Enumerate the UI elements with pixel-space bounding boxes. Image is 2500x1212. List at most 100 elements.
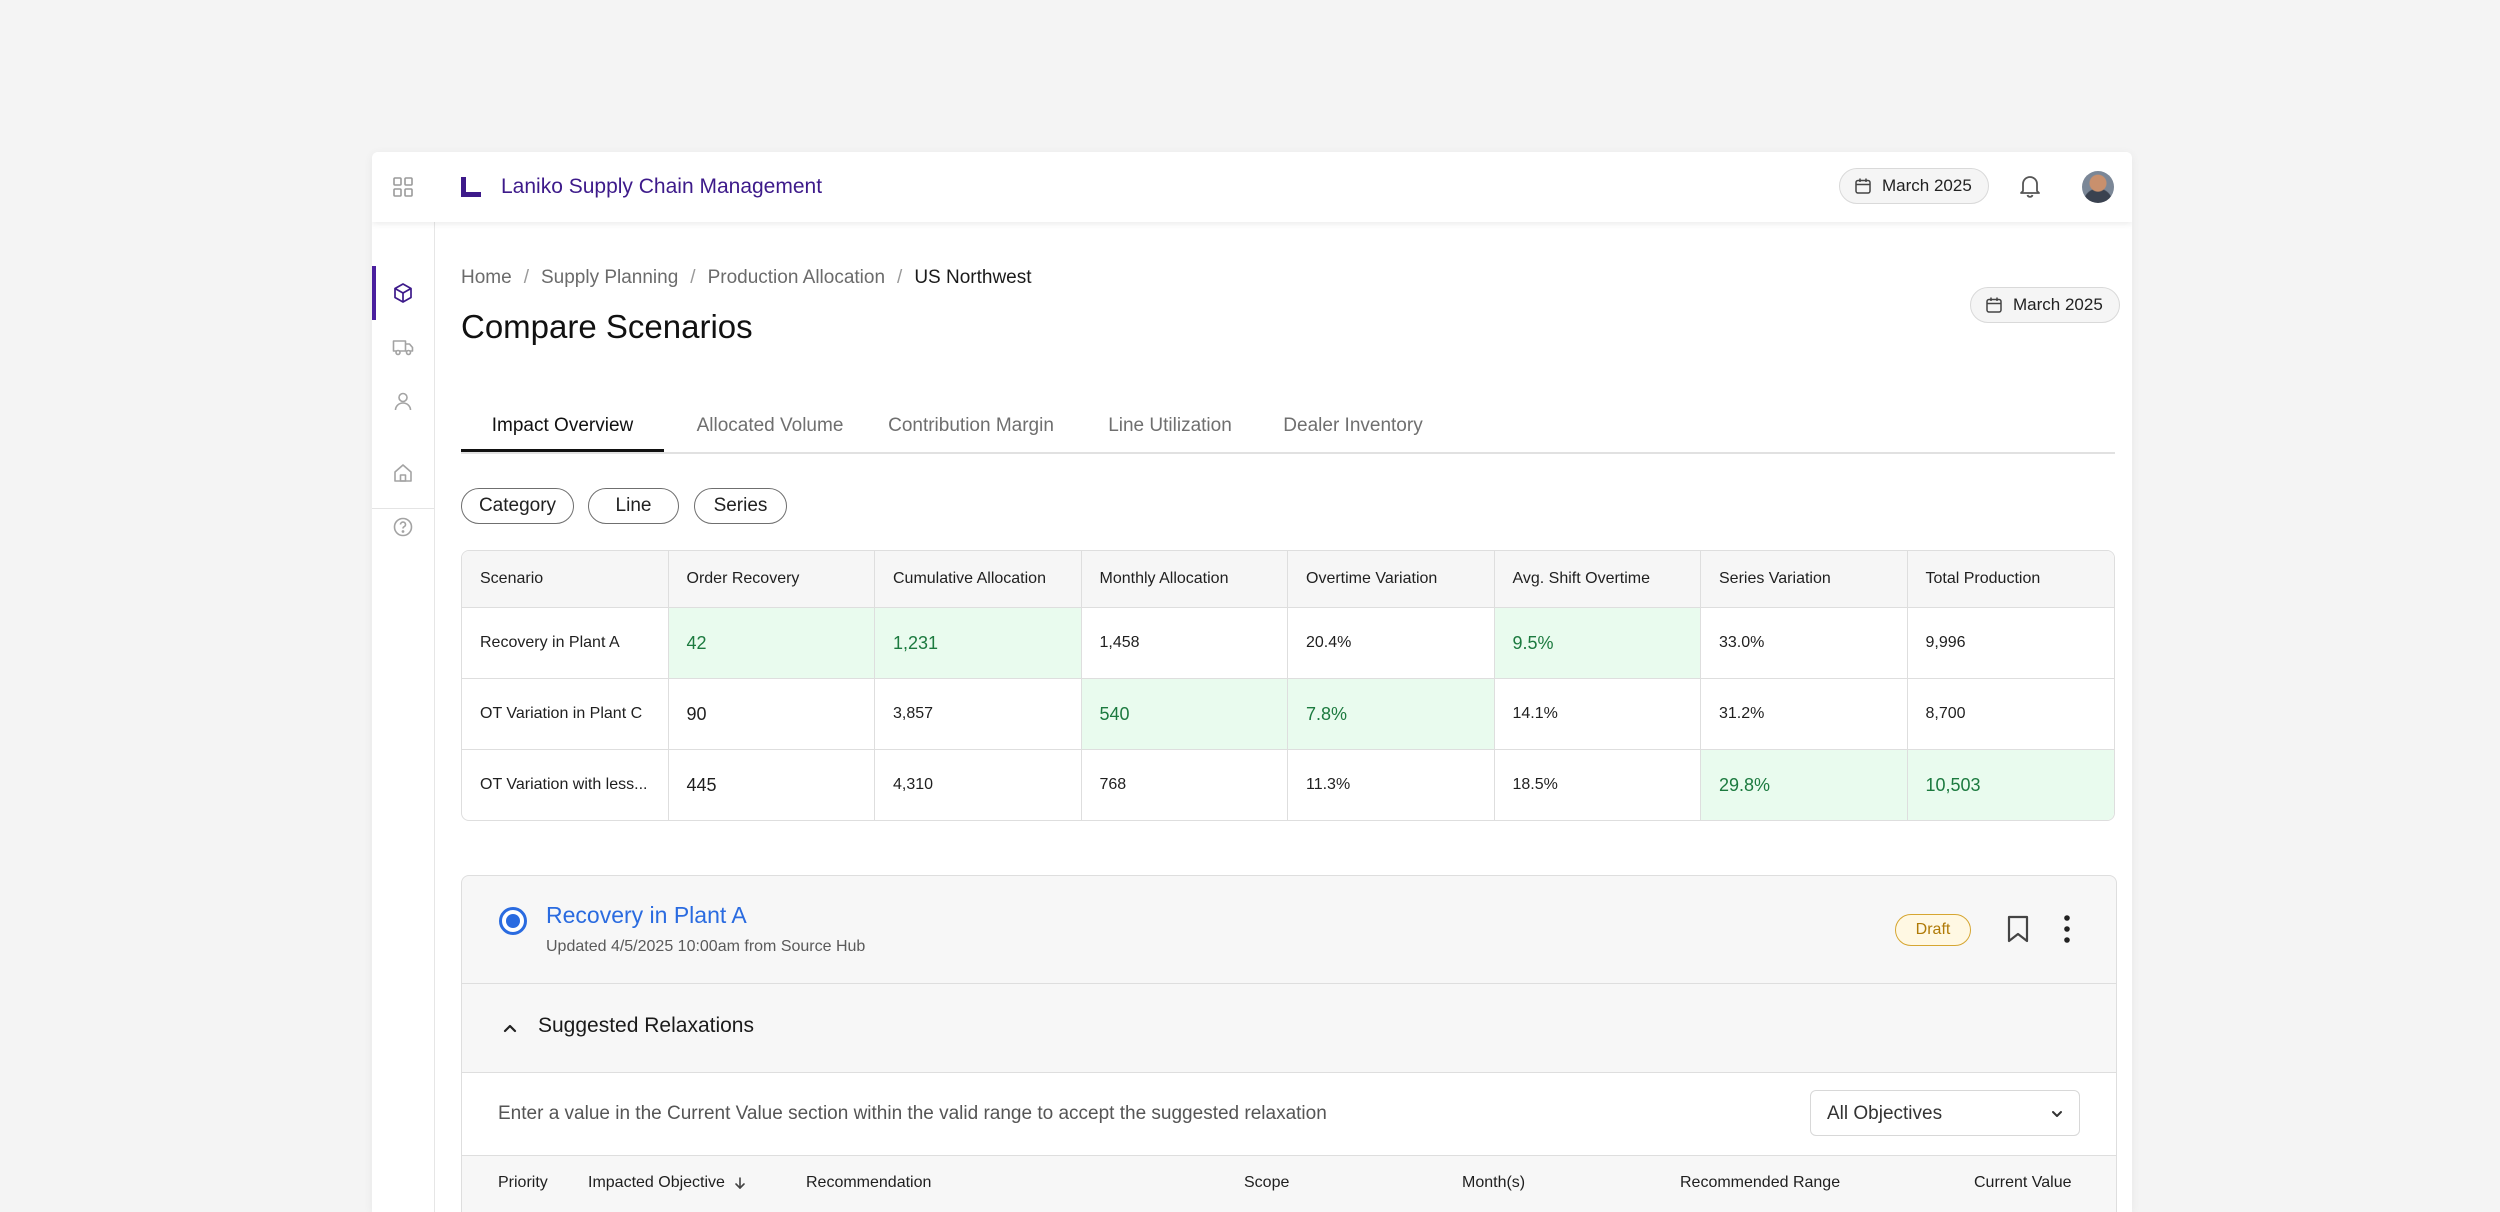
calendar-icon bbox=[1855, 178, 1871, 194]
grid-icon[interactable] bbox=[392, 176, 414, 198]
table-cell-best: 42 bbox=[668, 608, 875, 679]
table-cell: 31.2% bbox=[1701, 679, 1908, 750]
sidebar-item-help[interactable] bbox=[372, 500, 434, 554]
relaxations-toolbar: Enter a value in the Current Value secti… bbox=[462, 1073, 2116, 1156]
column-header[interactable]: Monthly Allocation bbox=[1081, 551, 1288, 608]
table-header-row: Scenario Order Recovery Cumulative Alloc… bbox=[462, 551, 2114, 608]
scenario-title[interactable]: Recovery in Plant A bbox=[546, 902, 747, 929]
kebab-icon[interactable] bbox=[2060, 914, 2074, 944]
relaxations-section-toggle[interactable]: Suggested Relaxations bbox=[462, 984, 2116, 1073]
comparison-table: Scenario Order Recovery Cumulative Alloc… bbox=[461, 550, 2115, 821]
column-header[interactable]: Cumulative Allocation bbox=[875, 551, 1082, 608]
breadcrumb: Home / Supply Planning / Production Alloca… bbox=[461, 267, 1032, 289]
breadcrumb-production-allocation[interactable]: Production Allocation bbox=[708, 267, 885, 289]
table-cell: 768 bbox=[1082, 750, 1288, 820]
column-label: Scope bbox=[1244, 1174, 1290, 1191]
column-header[interactable]: Series Variation bbox=[1701, 551, 1908, 608]
table-cell: 18.5% bbox=[1495, 750, 1701, 820]
tab-contribution-margin[interactable]: Contribution Margin bbox=[876, 404, 1066, 452]
column-header-scope[interactable]: Scope bbox=[1244, 1174, 1289, 1192]
sidebar bbox=[372, 222, 435, 1212]
column-label: Priority bbox=[498, 1174, 548, 1191]
breadcrumb-separator: / bbox=[523, 267, 529, 288]
bell-icon[interactable] bbox=[2016, 172, 2044, 200]
scenario-card-header: Recovery in Plant A Updated 4/5/2025 10:… bbox=[462, 876, 2116, 984]
truck-icon bbox=[392, 340, 414, 356]
table-cell: 9,996 bbox=[1907, 608, 2114, 679]
bookmark-icon[interactable] bbox=[2005, 914, 2031, 944]
column-header-current-value[interactable]: Current Value bbox=[1974, 1174, 2072, 1192]
column-header-recommended-range[interactable]: Recommended Range bbox=[1680, 1174, 1840, 1192]
tab-allocated-volume[interactable]: Allocated Volume bbox=[687, 404, 853, 452]
column-header[interactable]: Total Production bbox=[1907, 551, 2114, 608]
logo-icon bbox=[461, 177, 481, 197]
tab-impact-overview[interactable]: Impact Overview bbox=[461, 404, 664, 452]
filter-chip-category[interactable]: Category bbox=[461, 488, 574, 524]
relaxations-hint: Enter a value in the Current Value secti… bbox=[498, 1103, 1327, 1124]
user-icon bbox=[394, 392, 412, 411]
column-header[interactable]: Order Recovery bbox=[668, 551, 875, 608]
table-cell-best: 7.8% bbox=[1288, 679, 1495, 750]
column-label: Impacted Objective bbox=[588, 1174, 725, 1191]
table-cell: 3,857 bbox=[875, 679, 1082, 750]
breadcrumb-current: US Northwest bbox=[914, 267, 1032, 288]
app-title: Laniko Supply Chain Management bbox=[501, 175, 823, 198]
breadcrumb-separator: / bbox=[690, 267, 696, 288]
table-cell-best: 1,231 bbox=[875, 608, 1082, 679]
table-row[interactable]: OT Variation with less... 445 4,310 768 … bbox=[462, 750, 2114, 820]
sort-down-icon bbox=[735, 1177, 745, 1189]
chevron-up-icon bbox=[503, 1024, 517, 1033]
page-date-label: March 2025 bbox=[2013, 295, 2103, 314]
column-header[interactable]: Scenario bbox=[462, 551, 669, 608]
filter-chip-series[interactable]: Series bbox=[694, 488, 787, 524]
breadcrumb-home[interactable]: Home bbox=[461, 267, 512, 289]
column-label: Month(s) bbox=[1462, 1174, 1526, 1191]
table-cell: 90 bbox=[668, 679, 875, 750]
table-cell: 14.1% bbox=[1494, 679, 1701, 750]
global-date-picker[interactable]: March 2025 bbox=[1839, 168, 1989, 204]
filter-chip-line[interactable]: Line bbox=[588, 488, 679, 524]
column-header-months[interactable]: Month(s) bbox=[1462, 1174, 1525, 1192]
table-cell-best: 29.8% bbox=[1701, 750, 1908, 820]
top-bar: Laniko Supply Chain Management March 202… bbox=[372, 152, 2132, 222]
table-cell: 11.3% bbox=[1288, 750, 1495, 820]
table-cell-best: 10,503 bbox=[1907, 750, 2114, 820]
sidebar-item-products[interactable] bbox=[372, 266, 434, 320]
table-cell: OT Variation in Plant C bbox=[462, 679, 669, 750]
home-icon bbox=[394, 464, 412, 482]
tab-dealer-inventory[interactable]: Dealer Inventory bbox=[1273, 404, 1433, 452]
table-row[interactable]: Recovery in Plant A 42 1,231 1,458 20.4%… bbox=[462, 608, 2114, 679]
table-cell-best: 540 bbox=[1081, 679, 1288, 750]
table-cell: OT Variation with less... bbox=[462, 750, 669, 820]
table-row[interactable]: OT Variation in Plant C 90 3,857 540 7.8… bbox=[462, 679, 2114, 750]
column-header[interactable]: Overtime Variation bbox=[1288, 551, 1495, 608]
breadcrumb-supply-planning[interactable]: Supply Planning bbox=[541, 267, 678, 289]
radio-icon[interactable] bbox=[498, 906, 528, 936]
table-cell: 1,458 bbox=[1081, 608, 1288, 679]
table-cell-best: 9.5% bbox=[1494, 608, 1701, 679]
chevron-down-icon bbox=[2052, 1111, 2062, 1117]
objectives-select[interactable]: All Objectives bbox=[1810, 1090, 2080, 1136]
global-date-label: March 2025 bbox=[1882, 176, 1972, 195]
avatar[interactable] bbox=[2082, 171, 2114, 203]
column-label: Recommendation bbox=[806, 1174, 932, 1191]
column-header[interactable]: Avg. Shift Overtime bbox=[1494, 551, 1701, 608]
sidebar-item-home[interactable] bbox=[372, 446, 434, 500]
scenario-card: Recovery in Plant A Updated 4/5/2025 10:… bbox=[461, 875, 2117, 1212]
relaxations-table-header: Priority Impacted Objective Recommendati… bbox=[462, 1156, 2116, 1212]
sidebar-item-users[interactable] bbox=[372, 374, 434, 428]
column-header-priority[interactable]: Priority bbox=[498, 1174, 548, 1192]
tab-bar: Impact Overview Allocated Volume Contrib… bbox=[461, 404, 2115, 454]
cube-icon bbox=[394, 283, 412, 303]
column-label: Recommended Range bbox=[1680, 1174, 1841, 1191]
column-header-impacted-objective[interactable]: Impacted Objective bbox=[588, 1174, 747, 1192]
tab-line-utilization[interactable]: Line Utilization bbox=[1090, 404, 1250, 452]
column-header-recommendation[interactable]: Recommendation bbox=[806, 1174, 931, 1192]
relaxations-title: Suggested Relaxations bbox=[538, 1014, 754, 1037]
sidebar-item-logistics[interactable] bbox=[372, 320, 434, 374]
table-cell: 20.4% bbox=[1288, 608, 1495, 679]
page-date-picker[interactable]: March 2025 bbox=[1970, 287, 2120, 323]
table-cell: 445 bbox=[669, 750, 875, 820]
column-label: Current Value bbox=[1974, 1174, 2072, 1191]
table-cell: 33.0% bbox=[1701, 608, 1908, 679]
